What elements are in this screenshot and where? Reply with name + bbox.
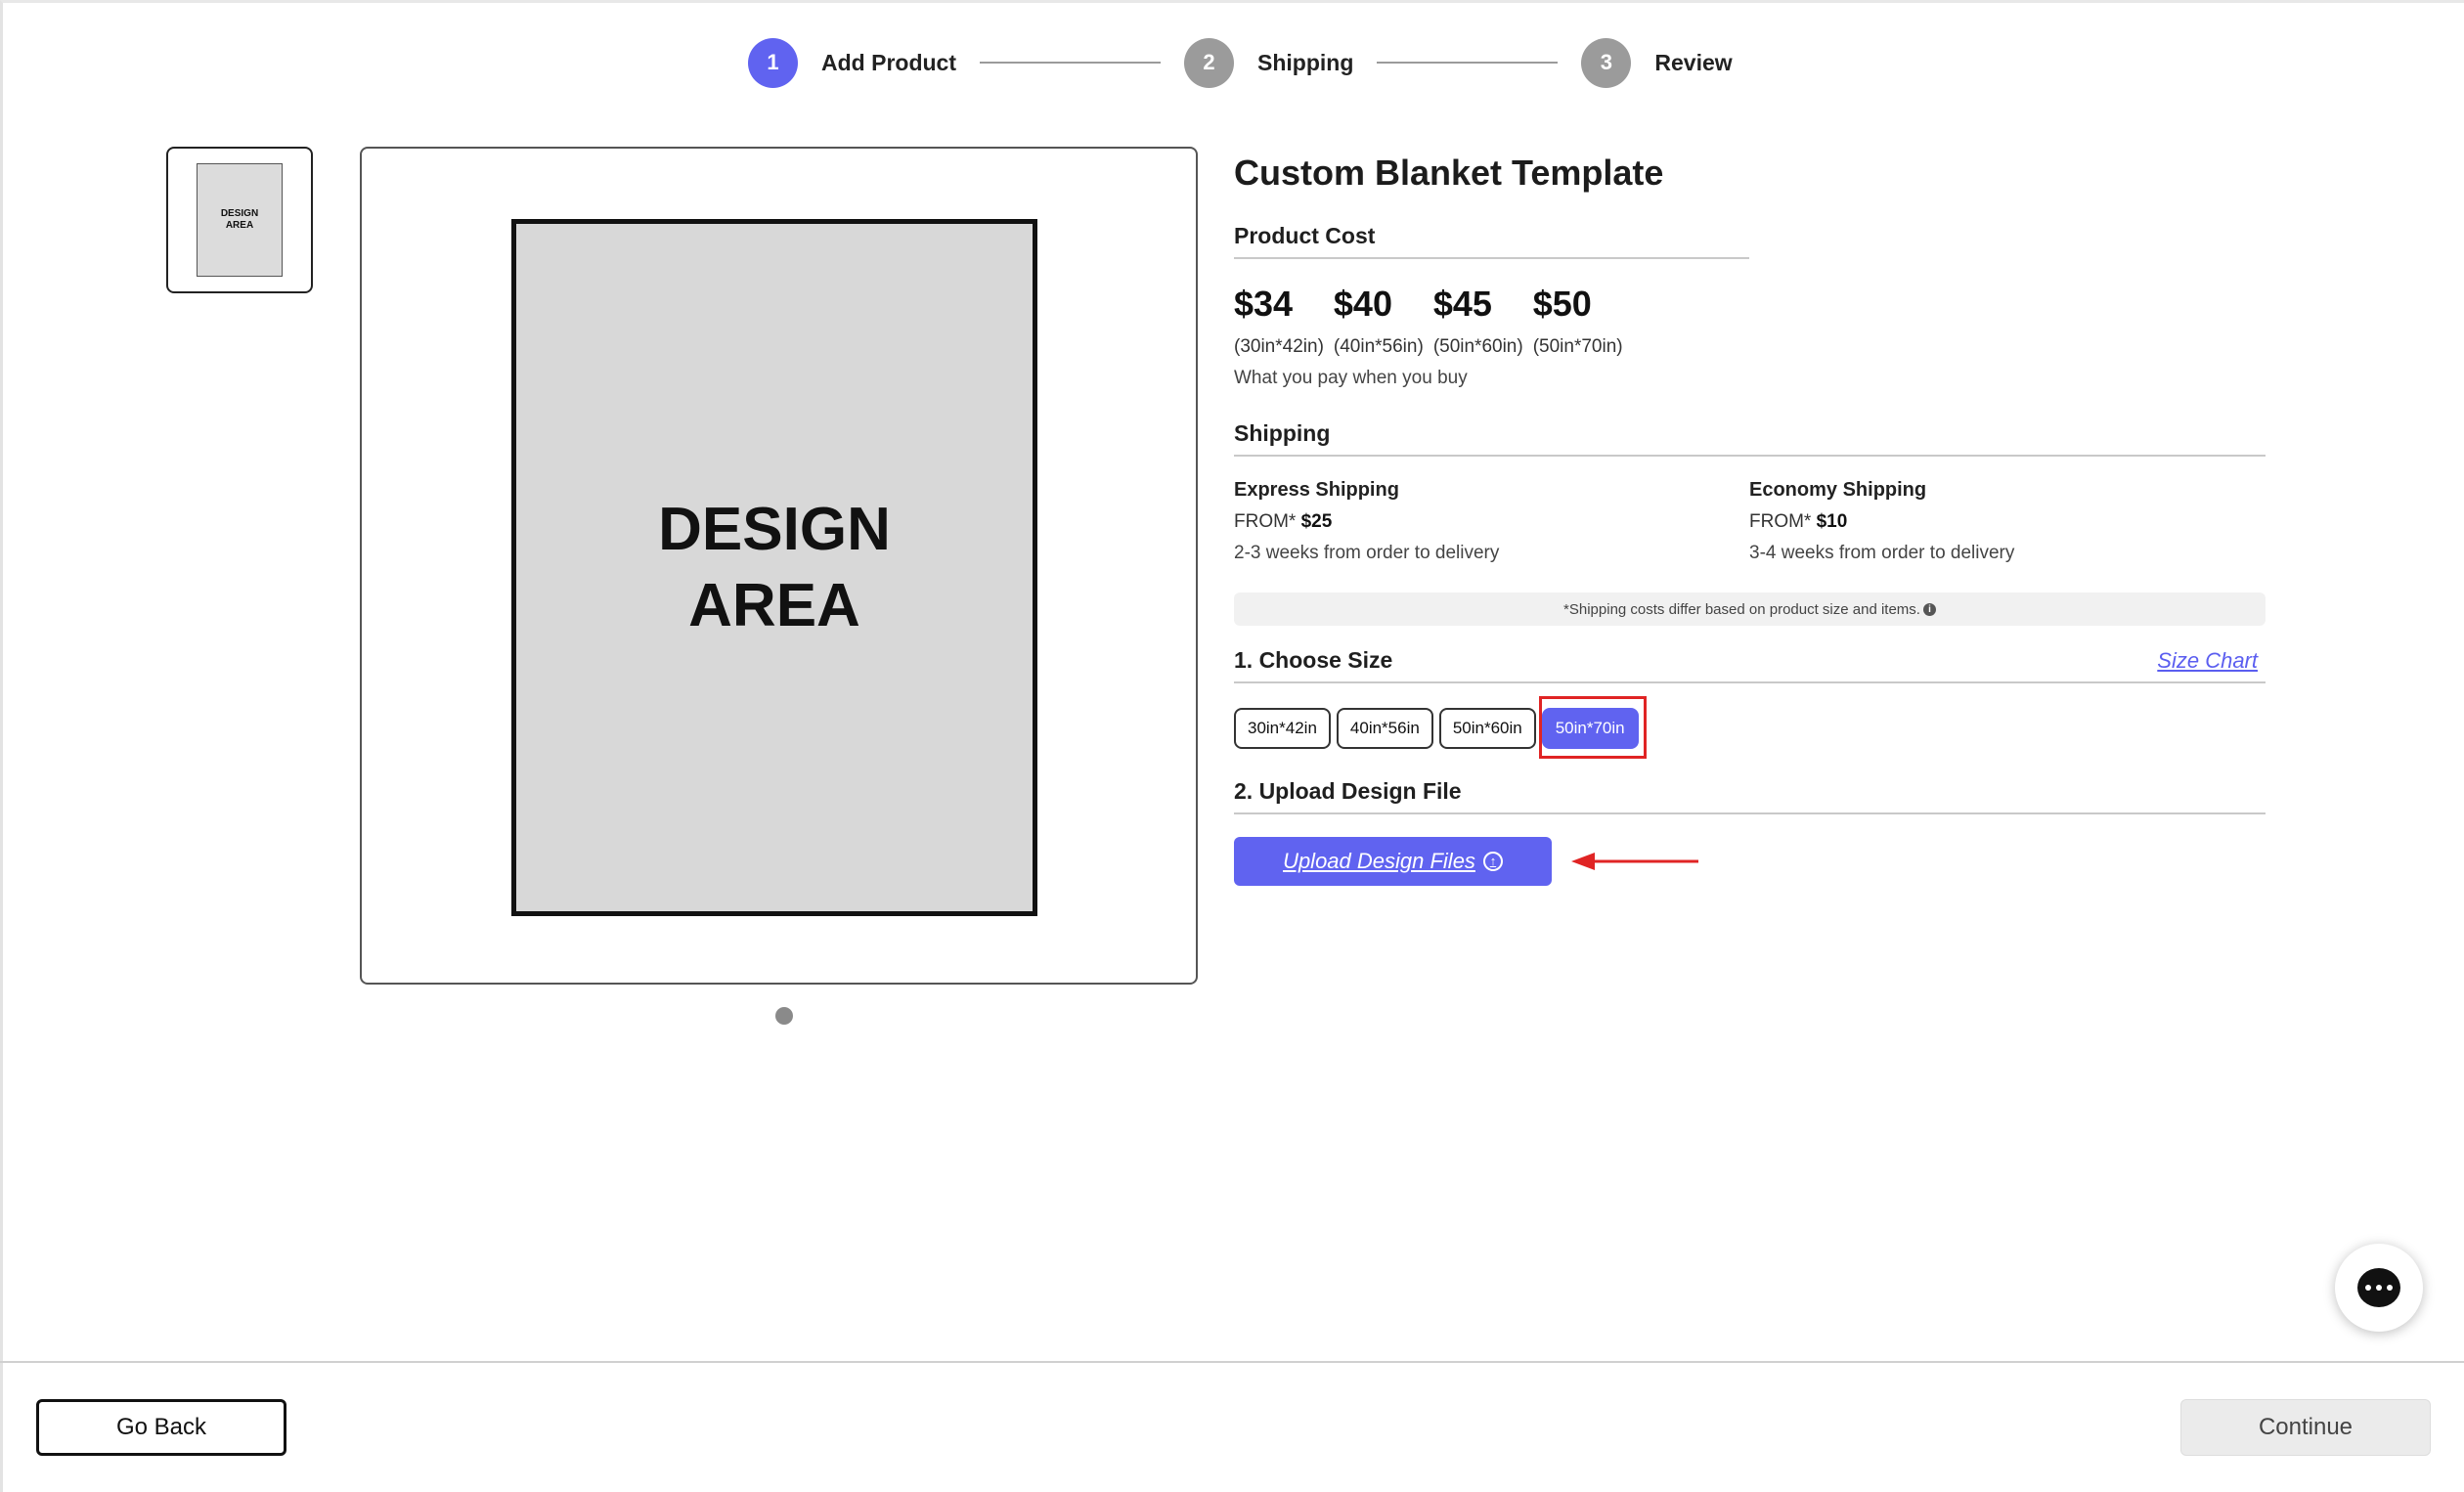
go-back-button[interactable]: Go Back — [36, 1399, 286, 1456]
size-option-30x42[interactable]: 30in*42in — [1234, 708, 1331, 749]
price-list: $34 (30in*42in) $40 (40in*56in) $45 (50i… — [1234, 284, 1633, 358]
step-label: Review — [1654, 49, 1733, 75]
product-details: Custom Blanket Template Product Cost $34… — [1234, 147, 2266, 886]
step-connector — [1377, 62, 1559, 64]
upload-heading: 2. Upload Design File — [1234, 778, 1462, 804]
from-label: FROM* — [1749, 511, 1812, 532]
price-value: $40 — [1333, 284, 1392, 324]
price-item: $34 (30in*42in) — [1234, 284, 1324, 358]
selection-highlight — [1539, 696, 1647, 759]
thumbnail-image: DESIGN AREA — [197, 163, 283, 277]
shipping-section: Shipping — [1234, 420, 2266, 457]
price-item: $45 (50in*60in) — [1433, 284, 1523, 358]
step-review[interactable]: 3 Review — [1581, 37, 1733, 88]
upload-button-label: Upload Design Files — [1283, 849, 1475, 873]
step-number: 3 — [1581, 37, 1632, 88]
carousel-dot[interactable] — [775, 1007, 793, 1025]
shipping-note-text: *Shipping costs differ based on product … — [1563, 600, 1920, 618]
from-label: FROM* — [1234, 511, 1297, 532]
price-value: $50 — [1532, 284, 1592, 324]
shipping-heading: Shipping — [1234, 420, 1331, 446]
shipping-note: *Shipping costs differ based on product … — [1234, 592, 2266, 626]
shipping-eta: 3-4 weeks from order to delivery — [1749, 543, 2015, 563]
step-shipping[interactable]: 2 Shipping — [1184, 37, 1354, 88]
shipping-price-value: $10 — [1816, 511, 1848, 532]
chat-bubble-icon — [2357, 1268, 2400, 1307]
continue-button[interactable]: Continue — [2180, 1399, 2431, 1456]
shipping-eta: 2-3 weeks from order to delivery — [1234, 543, 1500, 563]
thumbnail-text: DESIGN AREA — [220, 208, 259, 231]
shipping-name: Economy Shipping — [1749, 479, 1927, 501]
annotation-arrow-icon — [1571, 853, 1698, 870]
step-label: Add Product — [821, 49, 956, 75]
price-value: $45 — [1432, 284, 1492, 324]
price-size: (30in*42in) — [1234, 336, 1324, 357]
size-chart-link[interactable]: Size Chart — [2157, 648, 2258, 674]
footer-divider — [0, 1361, 2464, 1363]
checkout-stepper: 1 Add Product 2 Shipping 3 Review — [748, 37, 1733, 88]
price-size: (50in*70in) — [1532, 336, 1623, 357]
express-shipping-option: Express Shipping FROM* $25 2-3 weeks fro… — [1234, 479, 1645, 564]
pay-note: What you pay when you buy — [1234, 368, 1468, 388]
price-item: $40 (40in*56in) — [1334, 284, 1424, 358]
divider — [1234, 455, 2266, 457]
price-size: (40in*56in) — [1333, 336, 1424, 357]
design-area: DESIGN AREA — [511, 219, 1037, 916]
shipping-name: Express Shipping — [1234, 479, 1399, 501]
product-thumbnail[interactable]: DESIGN AREA — [166, 147, 313, 293]
step-label: Shipping — [1257, 49, 1354, 75]
step-number: 1 — [748, 37, 798, 88]
divider — [1234, 812, 2266, 814]
step-add-product[interactable]: 1 Add Product — [748, 37, 956, 88]
upload-icon: ↑ — [1482, 852, 1503, 871]
design-area-text: DESIGN AREA — [658, 495, 891, 639]
divider — [1234, 257, 1749, 259]
product-title: Custom Blanket Template — [1234, 153, 1664, 193]
product-cost-heading: Product Cost — [1234, 223, 1376, 248]
step-connector — [980, 62, 1161, 64]
price-item: $50 (50in*70in) — [1533, 284, 1623, 358]
choose-size-heading: 1. Choose Size — [1234, 647, 1393, 673]
product-preview: DESIGN AREA — [360, 147, 1198, 985]
economy-shipping-option: Economy Shipping FROM* $10 3-4 weeks fro… — [1749, 479, 2160, 564]
size-option-50x60[interactable]: 50in*60in — [1438, 708, 1536, 749]
shipping-price-value: $25 — [1300, 511, 1333, 532]
price-value: $34 — [1234, 284, 1294, 324]
upload-design-files-button[interactable]: Upload Design Files ↑ — [1234, 837, 1552, 886]
divider — [1234, 681, 2266, 683]
size-option-40x56[interactable]: 40in*56in — [1336, 708, 1433, 749]
product-cost-section: Product Cost — [1234, 223, 1749, 259]
chat-button[interactable] — [2335, 1244, 2423, 1332]
choose-size-section: 1. Choose Size Size Chart — [1234, 647, 2266, 683]
info-icon[interactable]: i — [1922, 602, 1936, 616]
price-size: (50in*60in) — [1432, 336, 1523, 357]
shipping-price: FROM* $25 — [1234, 511, 1645, 533]
step-number: 2 — [1184, 37, 1234, 88]
upload-section: 2. Upload Design File — [1234, 778, 2266, 814]
shipping-price: FROM* $10 — [1749, 511, 2160, 533]
